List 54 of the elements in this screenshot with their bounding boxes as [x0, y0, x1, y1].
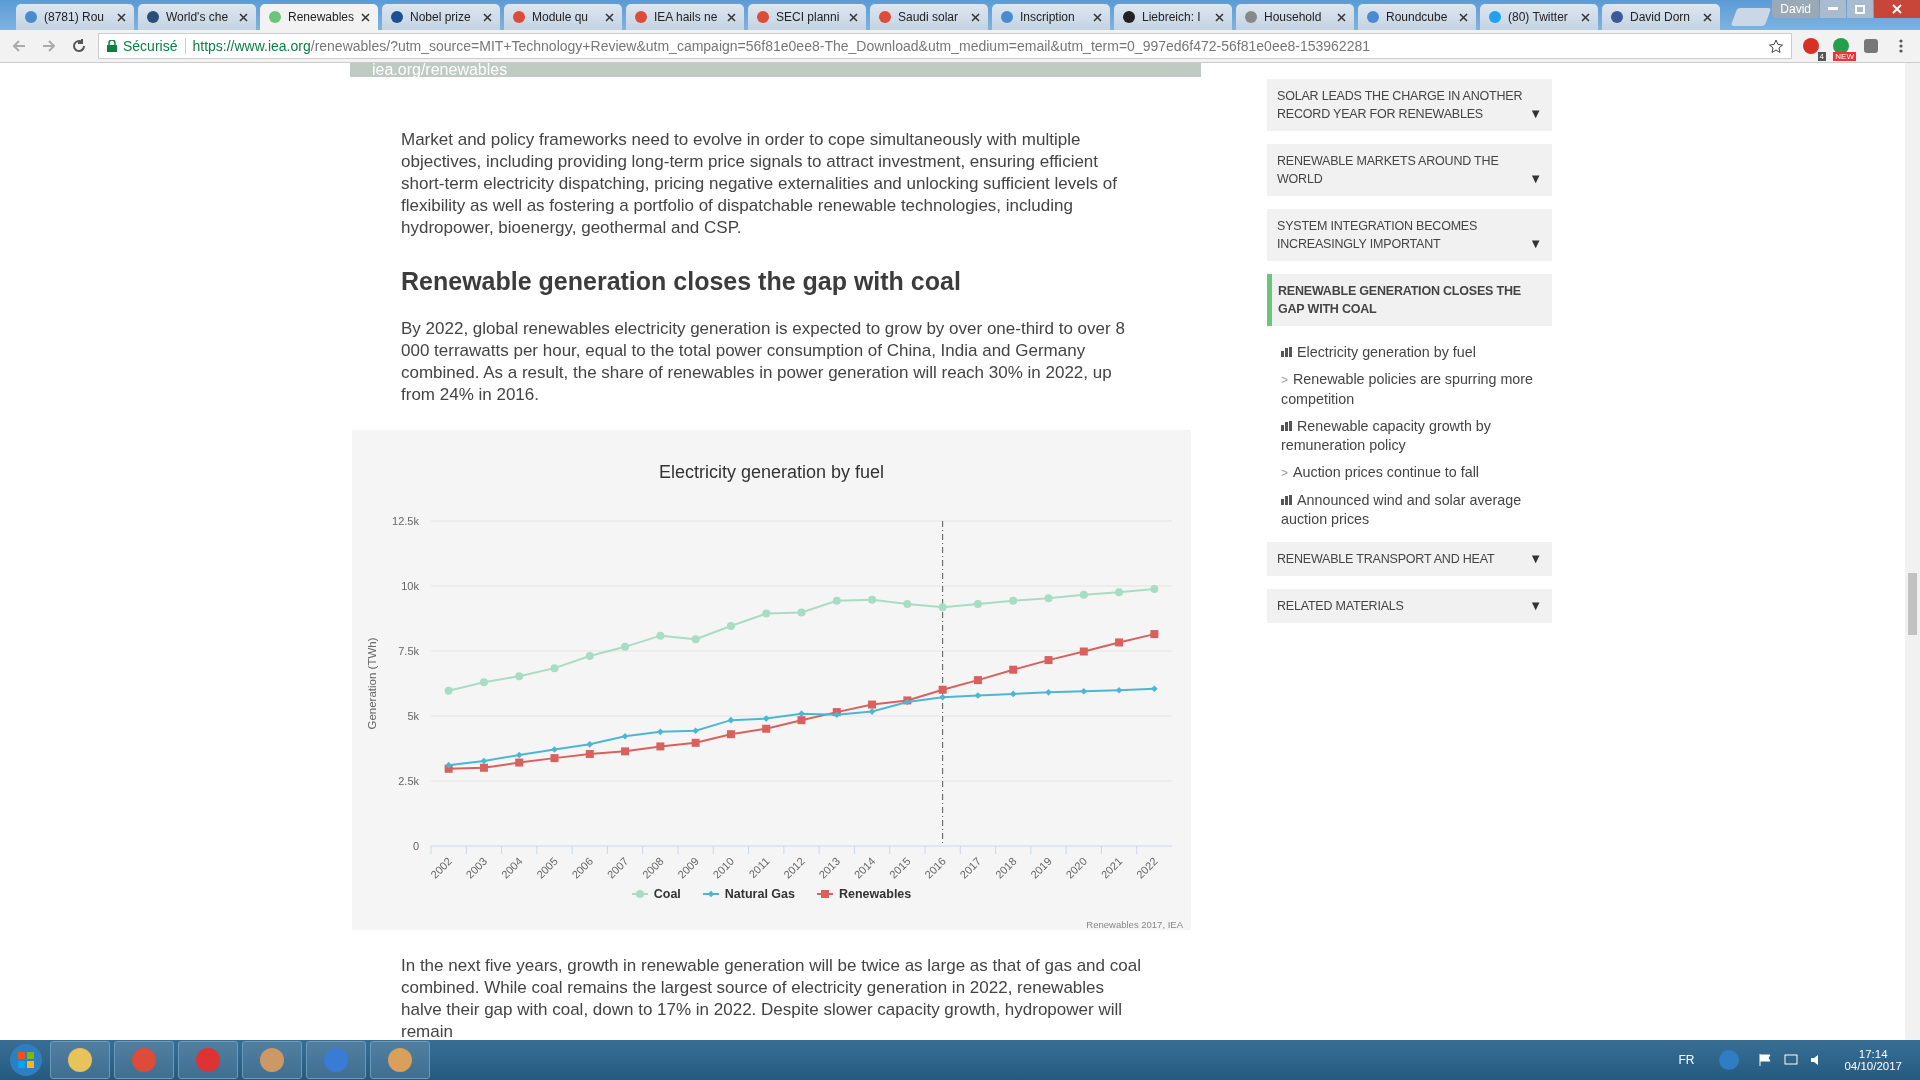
browser-tab[interactable]: SECI planni	[748, 4, 866, 30]
url-text: https://www.iea.org/renewables/?utm_source=MIT+Technology+Review&utm_campaign=56f81e0ee8-The_Download&utm_medium=email&utm_term=0_997ed6f472-56f81e0ee8-153962281	[192, 38, 1371, 54]
body-paragraph: Market and policy frameworks need to evolve in order to cope simultaneously with multiple objectives, including providing long-term price signals to attract investment, ensuring efficient short-term electricity dispatching, pricing negative externalities and unlocking sufficient levels of flexibility as well as fostering a portfolio of dispatchable renewable technologies, including hydropower, bioenergy, geothermal and CSP.	[401, 129, 1118, 239]
expand-arrow: ▼	[1529, 105, 1542, 123]
y-tick-label: 2.5k	[398, 775, 419, 787]
language-indicator[interactable]: FR	[1678, 1053, 1695, 1067]
sidebar-link[interactable]: > Auction prices continue to fall	[1281, 463, 1548, 483]
sidebar-link[interactable]: > Renewable policies are spurring more competition	[1281, 370, 1548, 409]
browser-tab[interactable]: (80) Twitter	[1480, 4, 1598, 30]
expand-arrow: ▼	[1529, 170, 1542, 188]
browser-tab[interactable]: (8781) Rou	[16, 4, 134, 30]
sidebar-link[interactable]: Electricity generation by fuel	[1281, 343, 1548, 362]
expand-arrow: ▼	[1529, 235, 1542, 253]
sidebar-link[interactable]: Renewable capacity growth by remuneration policy	[1281, 417, 1548, 455]
expand-arrow: ▼	[1529, 550, 1542, 568]
y-tick-label: 7.5k	[398, 645, 419, 657]
chart-source: Renewables 2017, IEA	[1086, 919, 1183, 930]
browser-tab[interactable]: David Dorn	[1602, 4, 1720, 30]
y-tick-label: 10k	[401, 580, 419, 592]
extension-badge: NEW	[1833, 52, 1856, 61]
browser-tab[interactable]: Liebreich: I	[1114, 4, 1232, 30]
browser-tab[interactable]: Roundcube	[1358, 4, 1476, 30]
extension-badge: 4	[1817, 52, 1826, 61]
sidebar-section[interactable]: RENEWABLE MARKETS AROUND THE WORLD ▼	[1267, 144, 1552, 196]
browser-tab[interactable]: Inscription	[992, 4, 1110, 30]
sidebar-section[interactable]: SOLAR LEADS THE CHARGE IN ANOTHER RECORD YEAR FOR RENEWABLES ▼	[1267, 79, 1552, 131]
section-heading: Renewable generation closes the gap with coal	[401, 267, 962, 296]
sidebar-section[interactable]: RENEWABLE GENERATION CLOSES THE GAP WITH COAL	[1267, 274, 1552, 326]
page-banner: iea.org/renewables	[350, 63, 1201, 77]
sidebar-section[interactable]: RELATED MATERIALS ▼	[1267, 589, 1552, 623]
legend-item[interactable]: Renewables	[817, 887, 912, 901]
browser-tab[interactable]: Renewables	[260, 4, 378, 30]
clock[interactable]: 17:14 04/10/2017	[1844, 1048, 1902, 1072]
y-tick-label: 5k	[407, 710, 419, 722]
chart-title: Electricity generation by fuel	[658, 462, 885, 483]
browser-tab[interactable]: World's che	[138, 4, 256, 30]
sidebar-link[interactable]: Announced wind and solar average auction prices	[1281, 491, 1548, 529]
sidebar-section[interactable]: SYSTEM INTEGRATION BECOMES INCREASINGLY IMPORTANT ▼	[1267, 209, 1552, 261]
browser-tab[interactable]: Household	[1236, 4, 1354, 30]
browser-tab[interactable]: IEA hails ne	[626, 4, 744, 30]
legend-item[interactable]: Natural Gas	[702, 887, 795, 901]
body-paragraph: By 2022, global renewables electricity generation is expected to grow by over one-third to over 8 000 terrawatts per hour, equal to the total power consumption of China, India and Germany combined. As a result, the share of renewables in power generation will reach 30% in 2022, up from 24% in 2016.	[401, 318, 1126, 406]
expand-arrow: ▼	[1529, 597, 1542, 615]
address-bar[interactable]: Sécurisé https://www.iea.org/renewables/?utm_source=MIT+Technology+Review&utm_campaign=56f81e0ee8-The_Download&utm_medium=email&utm_term=0_997ed6f472-56f81e0ee8-153962281	[98, 33, 1792, 59]
legend-item[interactable]: Coal	[631, 887, 681, 901]
y-axis-title: Generation (TWh)	[366, 637, 378, 730]
body-paragraph: In the next five years, growth in renewable generation will be twice as large as that of gas and coal combined. While coal remains the largest source of electricity generation in 2022, renewables halve their gap with coal, down to 17% in 2022. Despite slower capacity growth, hydropower will remain	[401, 955, 1142, 1040]
browser-tab[interactable]: Saudi solar	[870, 4, 988, 30]
y-tick-label: 12.5k	[392, 515, 419, 527]
sidebar-section[interactable]: RENEWABLE TRANSPORT AND HEAT ▼	[1267, 542, 1552, 576]
browser-tab[interactable]: Module qu	[504, 4, 622, 30]
browser-tab[interactable]: Nobel prize	[382, 4, 500, 30]
y-tick-label: 0	[412, 840, 419, 852]
secure-label: Sécurisé	[123, 38, 187, 54]
